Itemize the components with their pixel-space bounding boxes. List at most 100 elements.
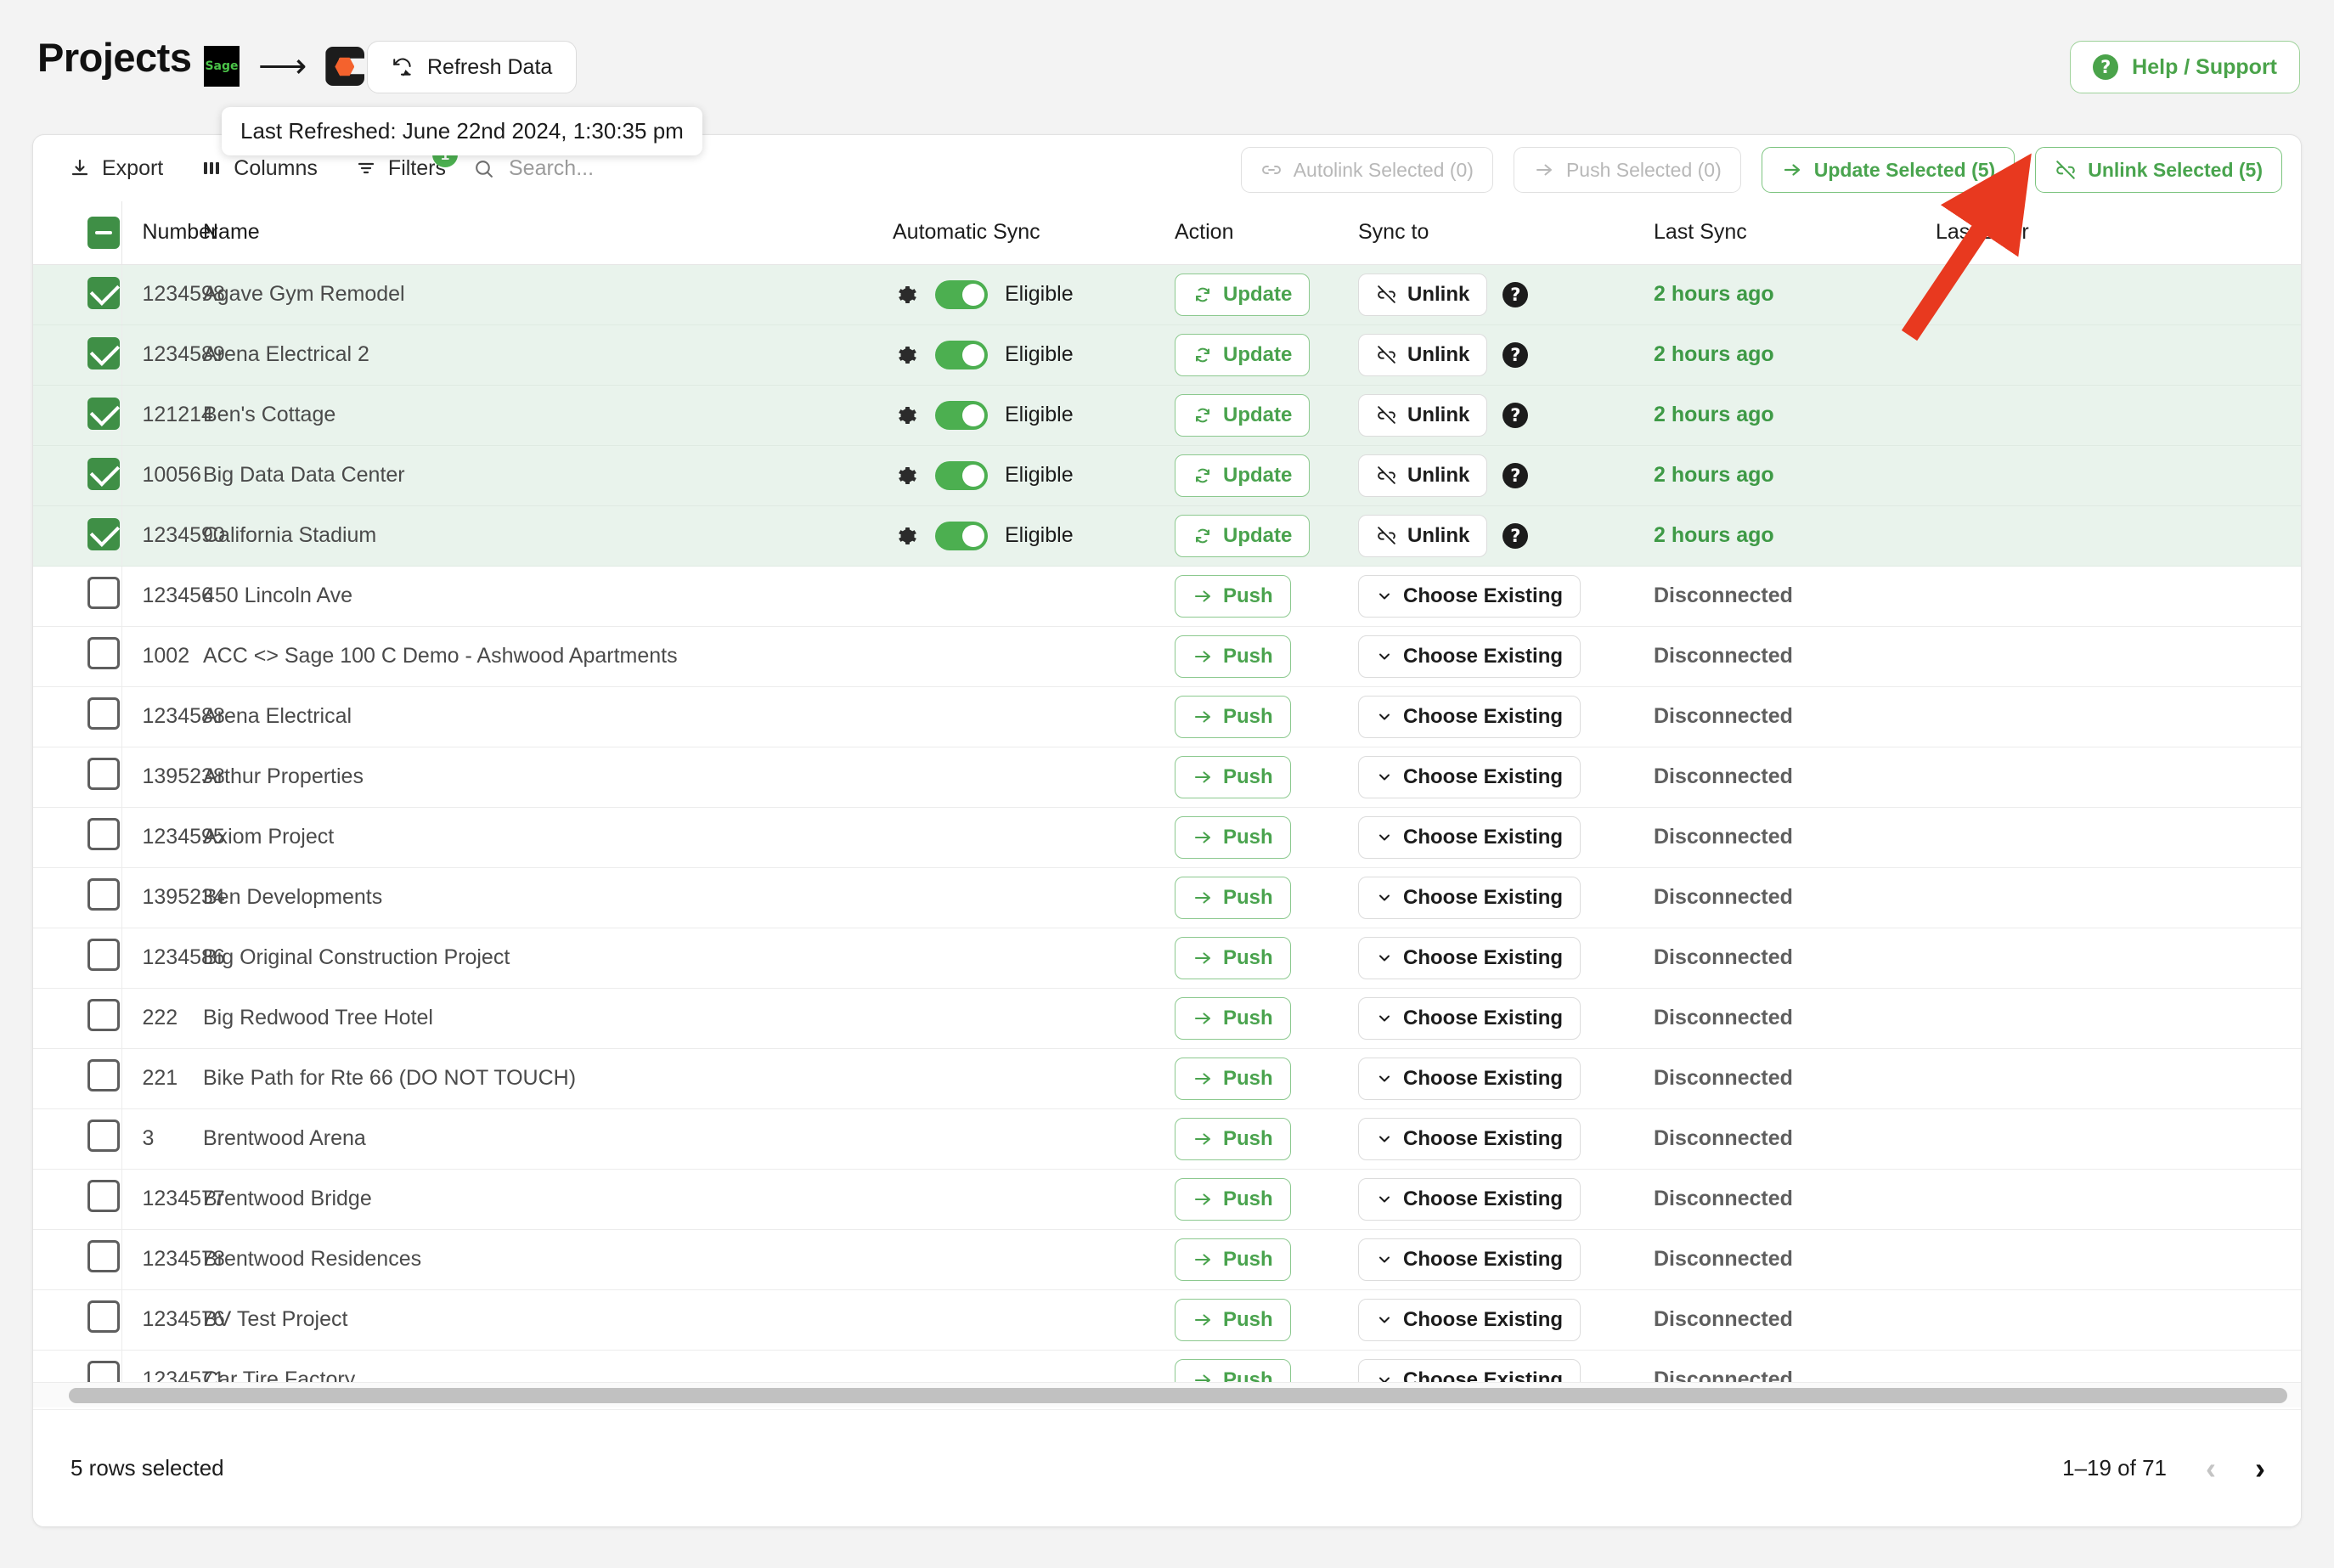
select-all-checkbox[interactable]	[87, 217, 120, 250]
push-row-button[interactable]: Push	[1175, 815, 1291, 859]
update-row-button[interactable]: Update	[1175, 273, 1311, 316]
table-row[interactable]: 10056 Big Data Data Center Eligible Update U…	[33, 445, 2301, 506]
choose-existing-dropdown[interactable]: Choose Existing	[1358, 996, 1581, 1040]
update-selected-button[interactable]: Update Selected (5)	[1761, 147, 2015, 193]
column-header-sync-to[interactable]: Sync to	[1358, 201, 1654, 265]
choose-existing-dropdown[interactable]: Choose Existing	[1358, 1298, 1581, 1341]
refresh-data-button[interactable]: Refresh Data	[367, 41, 578, 93]
row-checkbox[interactable]	[87, 697, 120, 730]
unlink-row-button[interactable]: Unlink	[1358, 273, 1488, 316]
update-row-button[interactable]: Update	[1175, 333, 1311, 376]
row-checkbox[interactable]	[87, 1059, 120, 1091]
row-checkbox[interactable]	[87, 518, 120, 550]
search-box[interactable]	[473, 155, 764, 181]
update-row-button[interactable]: Update	[1175, 393, 1311, 437]
choose-existing-dropdown[interactable]: Choose Existing	[1358, 1177, 1581, 1221]
table-row[interactable]: 222 Big Redwood Tree Hotel Push Choose Exis…	[33, 988, 2301, 1049]
row-checkbox[interactable]	[87, 577, 120, 609]
choose-existing-dropdown[interactable]: Choose Existing	[1358, 936, 1581, 979]
choose-existing-dropdown[interactable]: Choose Existing	[1358, 574, 1581, 618]
push-row-button[interactable]: Push	[1175, 1298, 1291, 1341]
table-row[interactable]: 3 Brentwood Arena Push Choose Existing Disco…	[33, 1108, 2301, 1170]
row-checkbox[interactable]	[87, 1240, 120, 1272]
row-checkbox[interactable]	[87, 939, 120, 971]
push-selected-button[interactable]: Push Selected (0)	[1513, 147, 1741, 193]
automatic-sync-toggle[interactable]	[935, 279, 988, 309]
row-checkbox[interactable]	[87, 637, 120, 669]
push-row-button[interactable]: Push	[1175, 876, 1291, 919]
table-row[interactable]: 221 Bike Path for Rte 66 (DO NOT TOUCH) Pu…	[33, 1048, 2301, 1109]
unlink-row-button[interactable]: Unlink	[1358, 393, 1488, 437]
autolink-selected-button[interactable]: Autolink Selected (0)	[1240, 147, 1493, 193]
unlink-selected-button[interactable]: Unlink Selected (5)	[2035, 147, 2282, 193]
table-row[interactable]: 1395238 Arthur Properties Push Choose Exist…	[33, 747, 2301, 808]
table-row[interactable]: 1234586 Big Original Construction Project…	[33, 928, 2301, 989]
column-header-last-sync[interactable]: Last Sync	[1654, 201, 1936, 265]
row-checkbox[interactable]	[87, 758, 120, 790]
choose-existing-dropdown[interactable]: Choose Existing	[1358, 1117, 1581, 1160]
choose-existing-dropdown[interactable]: Choose Existing	[1358, 1057, 1581, 1100]
help-hint-icon[interactable]: ?	[1502, 341, 1529, 368]
row-checkbox[interactable]	[87, 1300, 120, 1333]
push-row-button[interactable]: Push	[1175, 936, 1291, 979]
table-row[interactable]: 1234576 BV Test Project Push Choose Existin…	[33, 1289, 2301, 1351]
export-button[interactable]: Export	[50, 135, 182, 201]
table-row[interactable]: 1002 ACC <> Sage 100 C Demo - Ashwood Apa…	[33, 626, 2301, 687]
row-checkbox[interactable]	[87, 277, 120, 309]
row-checkbox[interactable]	[87, 458, 120, 490]
sync-settings-gear-icon[interactable]	[893, 523, 918, 549]
choose-existing-dropdown[interactable]: Choose Existing	[1358, 755, 1581, 798]
table-row[interactable]: 1234589 Arena Electrical 2 Eligible Update U…	[33, 324, 2301, 386]
sync-settings-gear-icon[interactable]	[893, 342, 918, 368]
push-row-button[interactable]: Push	[1175, 1177, 1291, 1221]
automatic-sync-toggle[interactable]	[935, 340, 988, 369]
search-input[interactable]	[508, 155, 764, 181]
choose-existing-dropdown[interactable]: Choose Existing	[1358, 815, 1581, 859]
table-row[interactable]: 1234595 Axiom Project Push Choose Existing D…	[33, 807, 2301, 868]
sync-settings-gear-icon[interactable]	[893, 403, 918, 428]
choose-existing-dropdown[interactable]: Choose Existing	[1358, 876, 1581, 919]
column-header-automatic-sync[interactable]: Automatic Sync	[893, 201, 1175, 265]
sync-settings-gear-icon[interactable]	[893, 463, 918, 488]
chevron-right-icon[interactable]: ›	[2255, 1452, 2265, 1484]
push-row-button[interactable]: Push	[1175, 574, 1291, 618]
choose-existing-dropdown[interactable]: Choose Existing	[1358, 695, 1581, 738]
horizontal-scrollbar[interactable]	[33, 1382, 2301, 1407]
push-row-button[interactable]: Push	[1175, 695, 1291, 738]
row-checkbox[interactable]	[87, 1120, 120, 1152]
row-checkbox[interactable]	[87, 999, 120, 1031]
push-row-button[interactable]: Push	[1175, 755, 1291, 798]
table-row[interactable]: 1234598 Agave Gym Remodel Eligible Update Un…	[33, 264, 2301, 325]
automatic-sync-toggle[interactable]	[935, 400, 988, 430]
chevron-left-icon[interactable]: ‹	[2206, 1452, 2216, 1484]
push-row-button[interactable]: Push	[1175, 1057, 1291, 1100]
row-checkbox[interactable]	[87, 398, 120, 430]
help-hint-icon[interactable]: ?	[1502, 402, 1529, 428]
help-support-button[interactable]: ? Help / Support	[2070, 41, 2300, 93]
sync-settings-gear-icon[interactable]	[893, 282, 918, 307]
row-checkbox[interactable]	[87, 818, 120, 850]
automatic-sync-toggle[interactable]	[935, 521, 988, 550]
update-row-button[interactable]: Update	[1175, 514, 1311, 557]
table-row[interactable]: 123456 450 Lincoln Ave Push Choose Existing…	[33, 566, 2301, 627]
unlink-row-button[interactable]: Unlink	[1358, 333, 1488, 376]
update-row-button[interactable]: Update	[1175, 454, 1311, 497]
push-row-button[interactable]: Push	[1175, 635, 1291, 678]
table-row[interactable]: 1234577 Brentwood Bridge Push Choose Existi…	[33, 1169, 2301, 1230]
push-row-button[interactable]: Push	[1175, 1238, 1291, 1281]
row-checkbox[interactable]	[87, 337, 120, 369]
unlink-row-button[interactable]: Unlink	[1358, 454, 1488, 497]
table-row[interactable]: 121214 Ben's Cottage Eligible Update Unlink?…	[33, 385, 2301, 446]
help-hint-icon[interactable]: ?	[1502, 462, 1529, 488]
column-header-number[interactable]: Number	[121, 201, 217, 265]
choose-existing-dropdown[interactable]: Choose Existing	[1358, 635, 1581, 678]
push-row-button[interactable]: Push	[1175, 1117, 1291, 1160]
column-header-action[interactable]: Action	[1175, 201, 1358, 265]
row-checkbox[interactable]	[87, 1180, 120, 1212]
choose-existing-dropdown[interactable]: Choose Existing	[1358, 1238, 1581, 1281]
horizontal-scrollbar-thumb[interactable]	[69, 1387, 2287, 1403]
column-header-last-error[interactable]: Last Error	[1936, 201, 2301, 265]
unlink-row-button[interactable]: Unlink	[1358, 514, 1488, 557]
push-row-button[interactable]: Push	[1175, 996, 1291, 1040]
column-header-name[interactable]: Name	[203, 201, 893, 265]
